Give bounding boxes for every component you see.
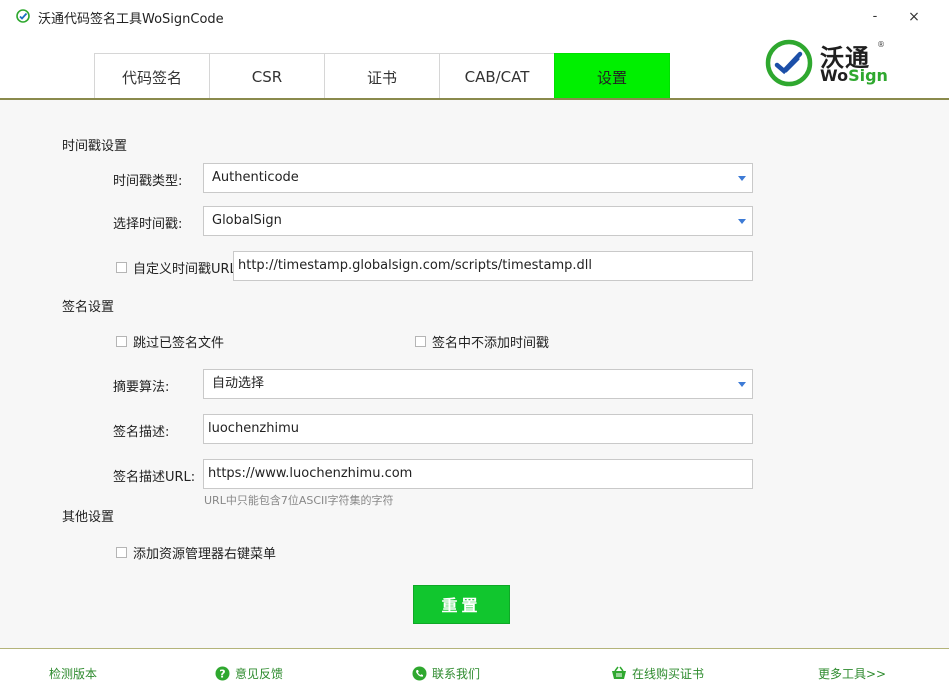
wosign-check-icon: [16, 9, 30, 23]
more-tools-link[interactable]: 更多工具>>: [818, 665, 886, 682]
footer-bar: 检测版本 ? 意见反馈 联系我们 在线购买证书 更多工具>>: [0, 648, 949, 700]
tab-certificate[interactable]: 证书: [324, 53, 439, 100]
logo-en-prefix: Wo: [820, 66, 849, 85]
minimize-button[interactable]: -: [864, 6, 886, 28]
timestamp-type-label: 时间戳类型:: [113, 174, 183, 189]
title-bar: 沃通代码签名工具WoSignCode - ×: [0, 0, 949, 34]
sign-section-title: 签名设置: [62, 300, 115, 315]
chevron-down-icon: [738, 176, 746, 181]
feedback-label: 意见反馈: [235, 667, 284, 681]
window-title: 沃通代码签名工具WoSignCode: [38, 12, 224, 27]
custom-url-label: 自定义时间戳URL: [133, 262, 237, 277]
skip-signed-label: 跳过已签名文件: [133, 336, 225, 351]
chevron-down-icon: [738, 382, 746, 387]
description-url-hint: URL中只能包含7位ASCII字符集的字符: [204, 494, 394, 507]
wosign-logo-icon: [765, 39, 813, 87]
logo-english-text: WoSign: [820, 66, 888, 85]
tab-cab-cat[interactable]: CAB/CAT: [439, 53, 554, 100]
wosign-logo: 沃通 ® WoSign: [764, 38, 888, 88]
logo-registered-mark: ®: [877, 40, 885, 49]
timestamp-type-select[interactable]: Authenticode: [203, 163, 753, 193]
description-url-label: 签名描述URL:: [113, 470, 196, 485]
skip-signed-checkbox[interactable]: [116, 336, 127, 347]
description-label: 签名描述:: [113, 425, 170, 440]
no-timestamp-checkbox[interactable]: [415, 336, 426, 347]
timestamp-server-value: GlobalSign: [212, 213, 282, 228]
phone-icon: [412, 666, 427, 681]
timestamp-select-label: 选择时间戳:: [113, 217, 183, 232]
custom-url-checkbox[interactable]: [116, 262, 127, 273]
reset-button[interactable]: 重置: [413, 585, 510, 624]
question-circle-icon: ?: [215, 666, 230, 681]
buy-certificate-link[interactable]: 在线购买证书: [611, 665, 704, 682]
feedback-link[interactable]: ? 意见反馈: [215, 665, 283, 682]
digest-select[interactable]: 自动选择: [203, 369, 753, 399]
context-menu-checkbox[interactable]: [116, 547, 127, 558]
close-button[interactable]: ×: [903, 6, 925, 28]
context-menu-label: 添加资源管理器右键菜单: [133, 547, 277, 562]
logo-en-suffix: Sign: [848, 66, 888, 85]
custom-url-input[interactable]: http://timestamp.globalsign.com/scripts/…: [233, 251, 753, 281]
description-input[interactable]: luochenzhimu: [203, 414, 753, 444]
check-version-link[interactable]: 检测版本: [49, 665, 97, 682]
timestamp-server-select[interactable]: GlobalSign: [203, 206, 753, 236]
contact-label: 联系我们: [432, 667, 481, 681]
tab-settings[interactable]: 设置: [554, 53, 670, 100]
no-timestamp-label: 签名中不添加时间戳: [432, 336, 550, 351]
timestamp-type-value: Authenticode: [212, 170, 299, 185]
tab-code-sign[interactable]: 代码签名: [94, 53, 209, 100]
chevron-down-icon: [738, 219, 746, 224]
timestamp-section-title: 时间戳设置: [62, 139, 128, 154]
contact-link[interactable]: 联系我们: [412, 665, 480, 682]
svg-text:?: ?: [219, 668, 225, 681]
tab-csr[interactable]: CSR: [209, 53, 324, 100]
digest-label: 摘要算法:: [113, 380, 170, 395]
basket-icon: [612, 666, 626, 679]
settings-panel: 时间戳设置 时间戳类型: Authenticode 选择时间戳: GlobalS…: [0, 98, 949, 650]
description-url-input[interactable]: https://www.luochenzhimu.com: [203, 459, 753, 489]
tab-bar: 代码签名 CSR 证书 CAB/CAT 设置: [94, 53, 670, 100]
buy-certificate-label: 在线购买证书: [632, 667, 705, 681]
other-section-title: 其他设置: [62, 510, 115, 525]
digest-value: 自动选择: [212, 376, 265, 391]
